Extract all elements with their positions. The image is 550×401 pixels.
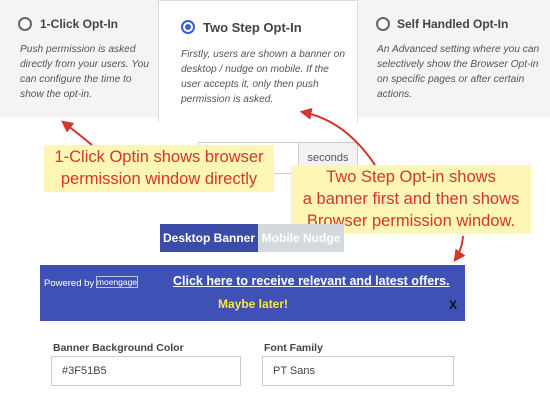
- radio-two-step[interactable]: [181, 20, 195, 34]
- tab-desktop-banner[interactable]: Desktop Banner: [160, 224, 258, 252]
- option-title: Self Handled Opt-In: [397, 17, 509, 31]
- radio-one-click[interactable]: [18, 17, 32, 31]
- banner-preview: Powered by moengage Click here to receiv…: [40, 265, 465, 321]
- option-self-handled[interactable]: Self Handled Opt-In An Advanced setting …: [360, 0, 550, 117]
- font-family-label: Font Family: [264, 342, 323, 354]
- bg-color-input[interactable]: #3F51B5: [51, 356, 241, 386]
- close-icon[interactable]: X: [449, 298, 457, 312]
- radio-self-handled[interactable]: [376, 17, 390, 31]
- annotation-line: 1-Click Optin shows browser: [54, 148, 264, 166]
- powered-by-label: Powered by: [44, 278, 95, 289]
- arrow-to-one-click: [61, 120, 93, 146]
- font-family-input[interactable]: PT Sans: [262, 356, 454, 386]
- option-title: 1-Click Opt-In: [40, 17, 119, 31]
- arrow-to-banner: [453, 235, 466, 262]
- option-one-click[interactable]: 1-Click Opt-In Push permission is asked …: [0, 0, 160, 117]
- annotation-line: Two Step Opt-in shows: [326, 168, 496, 186]
- option-description: An Advanced setting where you can select…: [377, 44, 540, 100]
- option-two-step[interactable]: Two Step Opt-In Firstly, users are shown…: [158, 0, 358, 122]
- tab-mobile-nudge[interactable]: Mobile Nudge: [258, 224, 344, 252]
- banner-cta-link[interactable]: Click here to receive relevant and lates…: [173, 274, 450, 288]
- moengage-logo: moengage: [96, 276, 138, 288]
- bg-color-label: Banner Background Color: [53, 342, 184, 354]
- annotation-line: a banner first and then shows: [302, 190, 520, 208]
- option-description: Firstly, users are shown a banner on des…: [181, 49, 346, 105]
- option-title: Two Step Opt-In: [203, 20, 302, 35]
- annotation-line: permission window directly: [60, 170, 258, 188]
- option-description: Push permission is asked directly from y…: [20, 44, 149, 100]
- maybe-later-button[interactable]: Maybe later!: [218, 297, 288, 311]
- annotation-one-click: 1-Click Optin shows browser permission w…: [44, 145, 274, 192]
